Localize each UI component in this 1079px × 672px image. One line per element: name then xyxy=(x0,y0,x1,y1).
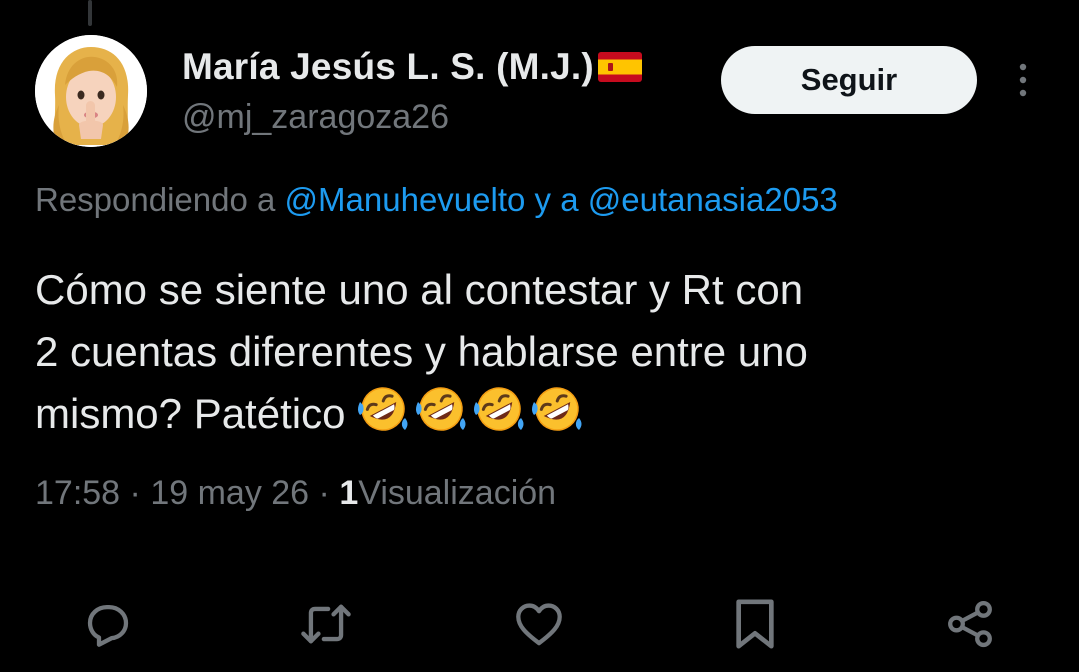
memoji-avatar-icon xyxy=(35,35,147,147)
rolling-on-floor-laughing-icon xyxy=(358,387,408,431)
reply-button[interactable] xyxy=(80,596,136,652)
mention-link-2[interactable]: @eutanasia2053 xyxy=(588,181,838,218)
meta-separator: · xyxy=(129,474,141,512)
tweet-text-line-end: mismo? Patético xyxy=(35,390,346,437)
spain-flag-icon xyxy=(597,52,642,82)
tweet-text: Cómo se siente uno al contestar y Rt con… xyxy=(35,259,1045,445)
share-button[interactable] xyxy=(942,596,998,652)
rolling-on-floor-laughing-icon xyxy=(532,387,582,431)
meta-separator: · xyxy=(318,474,330,512)
avatar[interactable] xyxy=(35,35,147,147)
tweet-text-line: 2 cuentas diferentes y hablarse entre un… xyxy=(35,328,808,375)
tweet-text-line: mismo? Patético xyxy=(35,383,1045,445)
tweet-meta: 17:58 · 19 may 26 · 1Visualización xyxy=(35,474,556,513)
retweet-button[interactable] xyxy=(298,596,354,652)
follow-button[interactable]: Seguir xyxy=(721,46,977,114)
author-handle[interactable]: @mj_zaragoza26 xyxy=(182,98,449,137)
views-label[interactable]: Visualización xyxy=(358,474,556,512)
tweet-date[interactable]: 19 may 26 xyxy=(150,474,309,512)
retweet-icon xyxy=(301,604,351,644)
views-count: 1 xyxy=(339,474,359,512)
reply-icon xyxy=(87,604,129,647)
replying-connector: y a xyxy=(534,181,579,218)
replying-to: Respondiendo a @Manuhevuelto y a @eutana… xyxy=(35,181,838,219)
bookmark-button[interactable] xyxy=(727,596,783,652)
rolling-on-floor-laughing-icon xyxy=(416,387,466,431)
tweet-text-line: Cómo se siente uno al contestar y Rt con xyxy=(35,266,804,313)
mention-link-1[interactable]: @Manuhevuelto xyxy=(285,181,526,218)
like-icon xyxy=(516,603,562,646)
more-options-button[interactable] xyxy=(1008,60,1038,100)
emoji-group xyxy=(355,384,585,434)
thread-connector-line xyxy=(88,0,92,26)
more-vertical-icon xyxy=(1019,63,1027,97)
author-name-row: María Jesús L. S. (M.J.) xyxy=(182,44,642,90)
share-icon xyxy=(948,600,992,648)
replying-prefix: Respondiendo a xyxy=(35,181,276,218)
bookmark-icon xyxy=(736,599,774,649)
tweet-time[interactable]: 17:58 xyxy=(35,474,120,512)
author-display-name[interactable]: María Jesús L. S. (M.J.) xyxy=(182,46,594,88)
like-button[interactable] xyxy=(511,596,567,652)
rolling-on-floor-laughing-icon xyxy=(474,387,524,431)
